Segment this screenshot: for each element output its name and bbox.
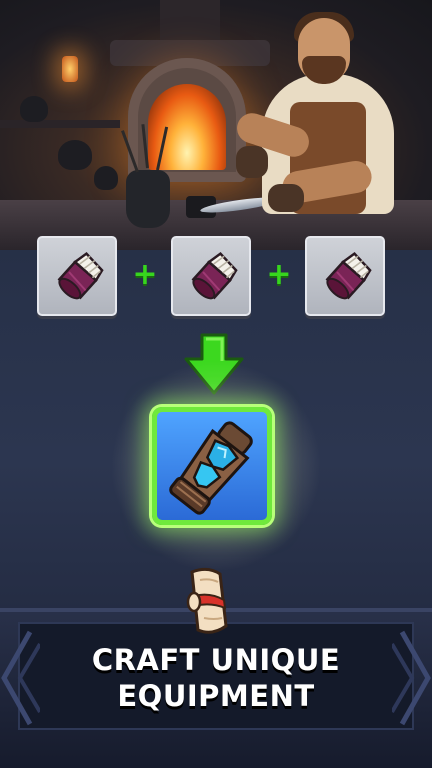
gauntlet-icon bbox=[169, 421, 253, 515]
plus-icon: + bbox=[132, 257, 158, 292]
scroll-icon bbox=[186, 567, 228, 634]
banner-title: CRAFT UNIQUE EQUIPMENT bbox=[0, 642, 432, 714]
plus-icon: + bbox=[266, 257, 292, 292]
shelf bbox=[0, 120, 120, 128]
bandage-wrap-icon bbox=[325, 251, 372, 300]
ingredient-slot-3[interactable] bbox=[305, 236, 385, 316]
chimney bbox=[160, 0, 220, 44]
ingredient-slot-2[interactable] bbox=[171, 236, 251, 316]
pot bbox=[58, 140, 92, 170]
ingredient-slot-1[interactable] bbox=[37, 236, 117, 316]
tool-bucket bbox=[126, 170, 170, 228]
bandage-wrap-icon bbox=[191, 251, 238, 300]
bandage-wrap-icon bbox=[57, 251, 104, 300]
result-slot[interactable] bbox=[152, 407, 272, 525]
blacksmith-scene bbox=[0, 0, 432, 250]
pot bbox=[20, 96, 48, 122]
banner-title-line1: CRAFT UNIQUE bbox=[91, 643, 341, 677]
pot bbox=[94, 166, 118, 190]
blacksmith-glove bbox=[268, 184, 304, 212]
blacksmith-glove bbox=[236, 146, 268, 178]
lantern bbox=[62, 56, 78, 82]
banner-title-line2: EQUIPMENT bbox=[117, 679, 315, 713]
